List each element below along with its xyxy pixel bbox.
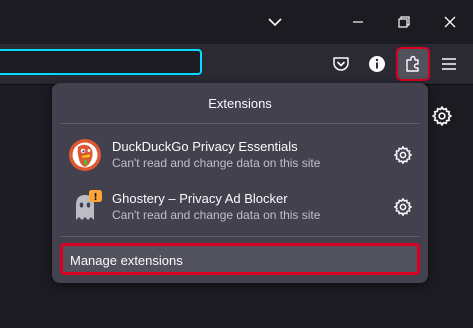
close-icon: [444, 16, 456, 28]
extension-name: DuckDuckGo Privacy Essentials: [112, 139, 298, 154]
pocket-icon: [333, 57, 349, 71]
manage-extensions-label: Manage extensions: [70, 253, 183, 268]
restore-icon: [398, 16, 410, 28]
extension-name: Ghostery – Privacy Ad Blocker: [112, 191, 288, 206]
duckduckgo-icon: [69, 139, 101, 171]
app-menu-button[interactable]: [433, 48, 465, 80]
title-bar: [0, 0, 473, 44]
minimize-button[interactable]: [335, 6, 381, 38]
gear-icon[interactable]: [393, 145, 413, 165]
pocket-button[interactable]: [325, 48, 357, 80]
extension-description: Can't read and change data on this site: [112, 208, 321, 222]
extension-item-ghostery[interactable]: ! Ghostery – Privacy Ad Blocker Can't re…: [60, 186, 420, 228]
separator: [60, 236, 420, 237]
extension-description: Can't read and change data on this site: [112, 156, 321, 170]
extension-item-duckduckgo[interactable]: DuckDuckGo Privacy Essentials Can't read…: [60, 134, 420, 176]
extensions-button[interactable]: [396, 47, 430, 81]
restore-button[interactable]: [381, 6, 427, 38]
info-extension-button[interactable]: [361, 48, 393, 80]
panel-title: Extensions: [208, 96, 272, 111]
tab-list-button[interactable]: [252, 6, 298, 38]
warning-badge: !: [93, 192, 98, 203]
info-icon: [369, 56, 385, 72]
chevron-down-icon: [268, 18, 282, 27]
nav-toolbar: [0, 44, 473, 85]
ghostery-icon: !: [76, 190, 102, 220]
url-bar[interactable]: [0, 49, 202, 75]
extensions-panel: Extensions DuckDuckGo Privacy Essentials…: [52, 83, 428, 283]
puzzle-piece-icon: [406, 55, 419, 72]
hamburger-menu-icon: [442, 58, 456, 70]
gear-icon[interactable]: [393, 197, 413, 217]
close-button[interactable]: [427, 6, 473, 38]
separator: [60, 123, 420, 124]
minimize-icon: [353, 21, 363, 23]
gear-icon[interactable]: [431, 105, 453, 127]
manage-extensions-button[interactable]: Manage extensions: [60, 243, 420, 275]
